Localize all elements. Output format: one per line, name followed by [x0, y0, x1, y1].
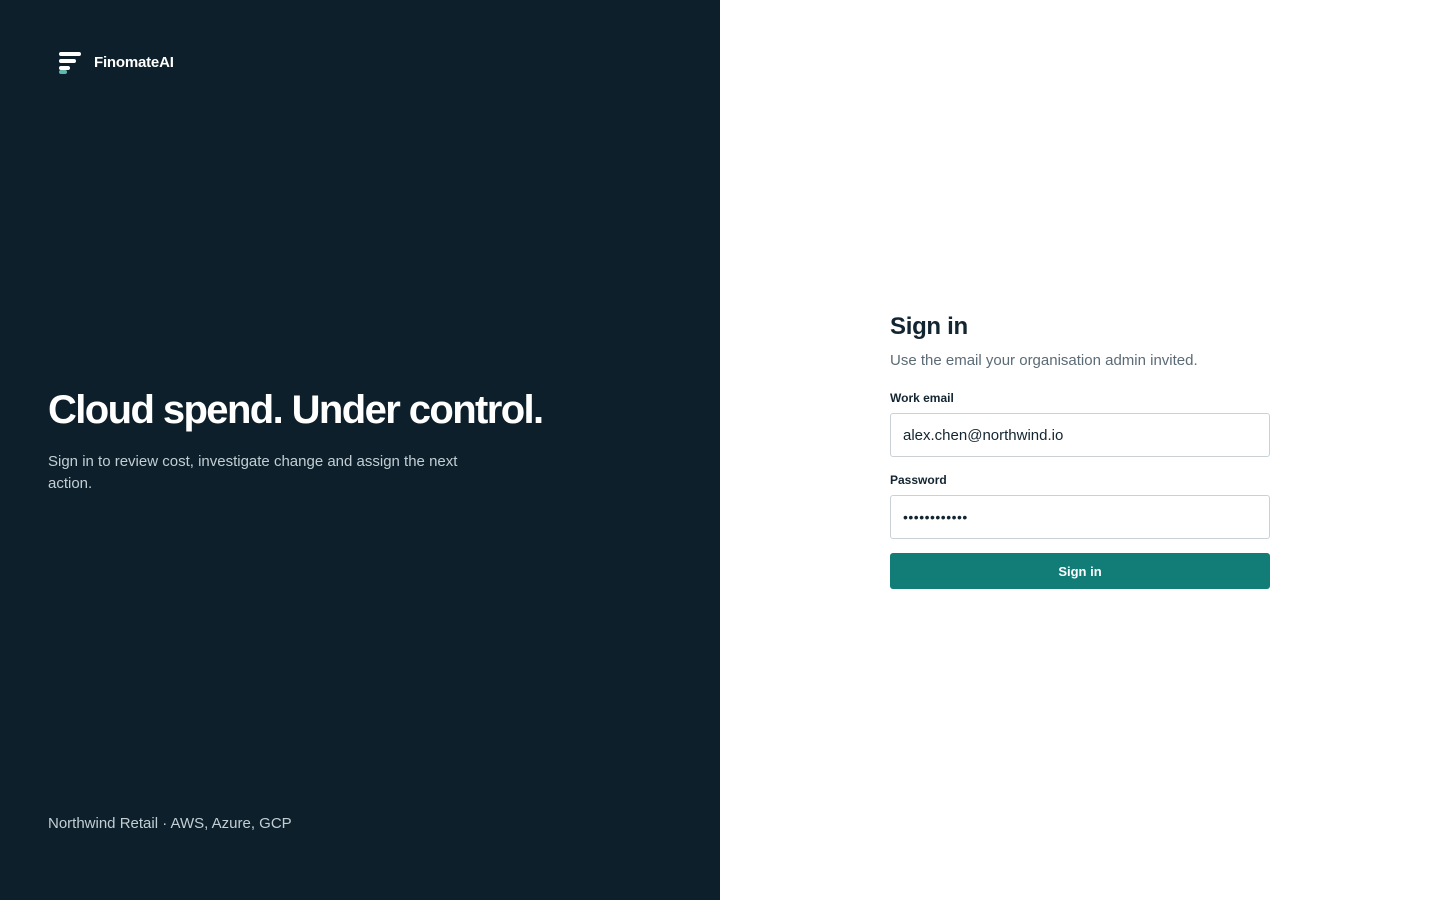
- brand-name: FinomateAI: [94, 53, 174, 71]
- signin-button[interactable]: Sign in: [890, 553, 1270, 589]
- brand-logo: FinomateAI: [58, 50, 174, 74]
- signin-form: Sign in Use the email your organisation …: [890, 312, 1270, 589]
- logo-bars-icon: [58, 50, 82, 74]
- org-clouds-note: Northwind Retail · AWS, Azure, GCP: [48, 815, 292, 832]
- email-field[interactable]: [890, 413, 1270, 457]
- email-label: Work email: [890, 391, 954, 405]
- password-label: Password: [890, 473, 947, 487]
- signin-title: Sign in: [890, 313, 968, 340]
- brand-panel: FinomateAI Cloud spend. Under control. S…: [0, 0, 720, 900]
- hero-subtitle: Sign in to review cost, investigate chan…: [48, 453, 458, 492]
- hero-title: Cloud spend. Under control.: [48, 388, 544, 432]
- signin-panel: Sign in Use the email your organisation …: [720, 0, 1440, 900]
- password-field[interactable]: [890, 495, 1270, 539]
- signin-subtitle: Use the email your organisation admin in…: [890, 352, 1198, 369]
